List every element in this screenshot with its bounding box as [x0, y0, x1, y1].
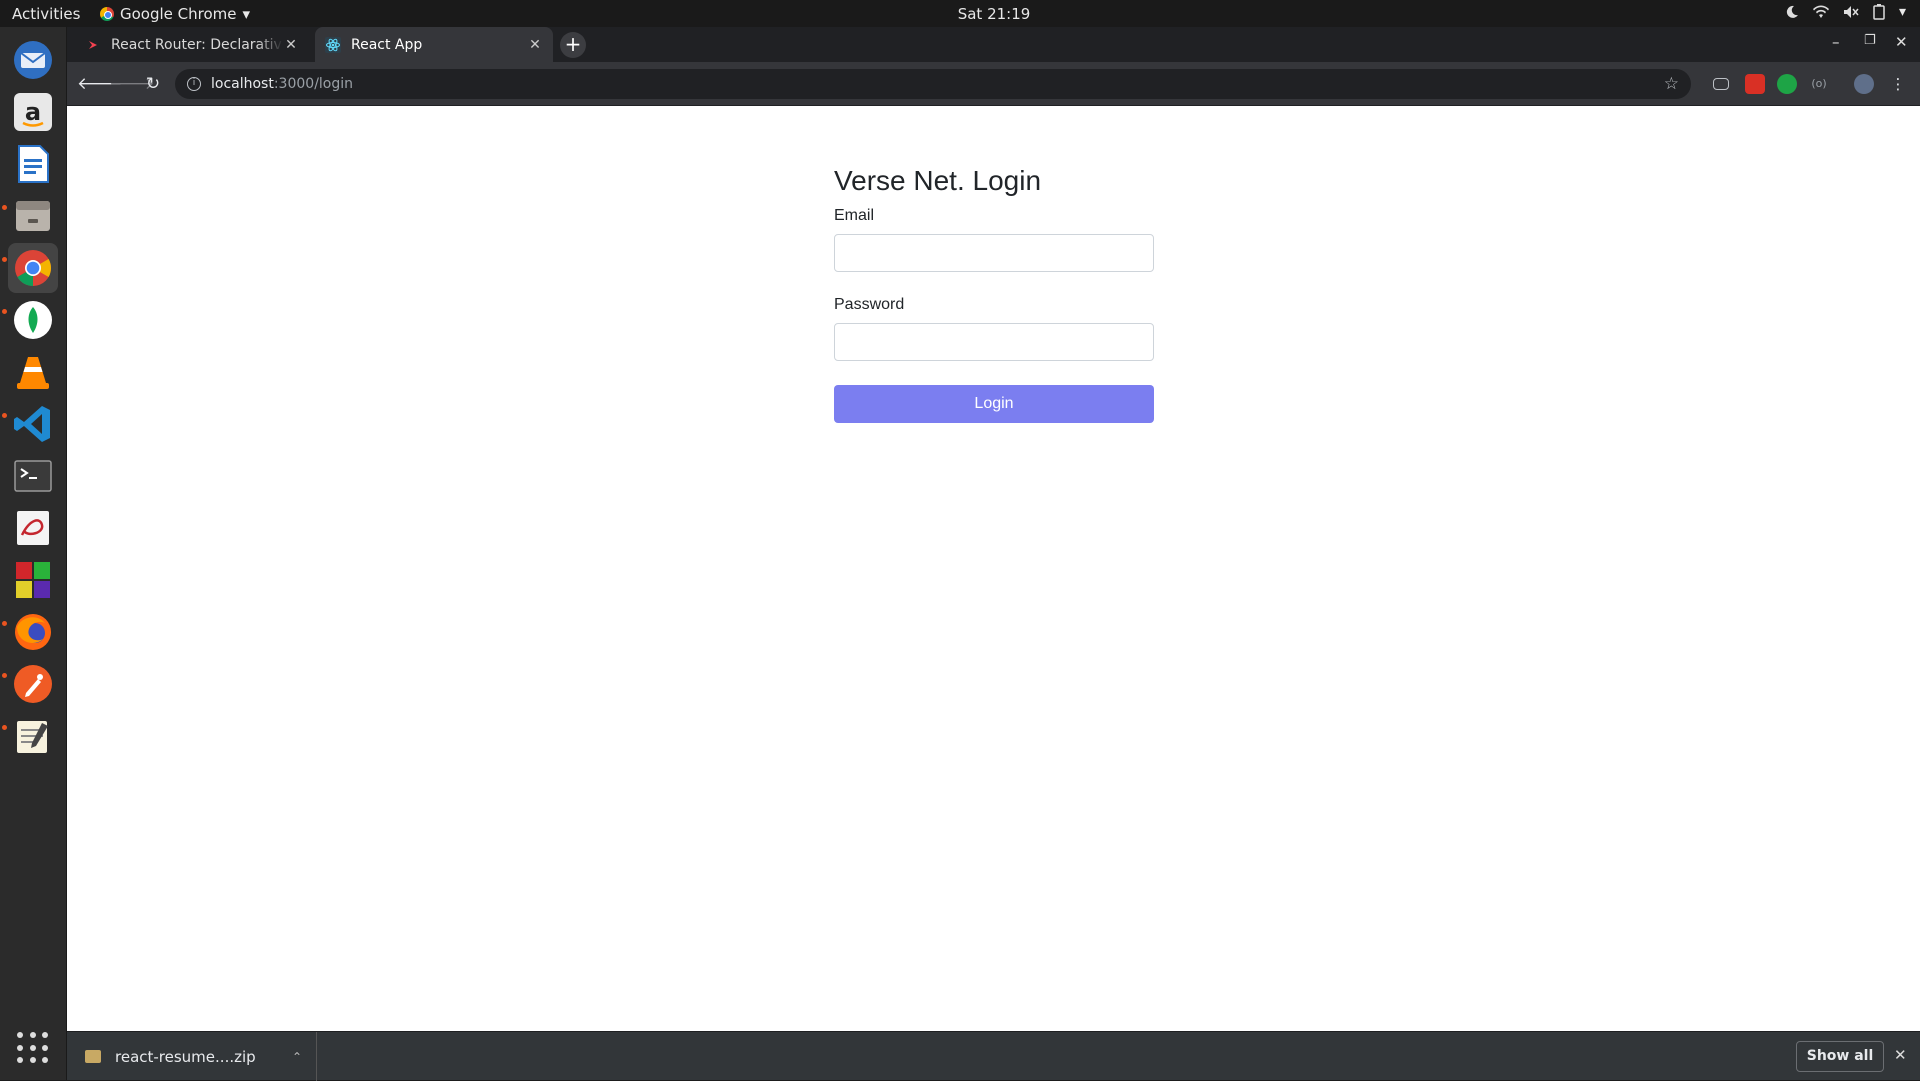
- close-icon[interactable]: ✕: [527, 37, 543, 53]
- postman-icon[interactable]: [8, 659, 58, 709]
- tab-title: React App: [351, 36, 423, 53]
- react-router-favicon: [85, 37, 101, 53]
- react-favicon: [325, 36, 341, 53]
- page-viewport: Verse Net. Login Email Password Login: [67, 107, 1920, 1041]
- page-title: Verse Net. Login: [834, 165, 1042, 196]
- mongodb-compass-icon[interactable]: [8, 295, 58, 345]
- running-indicator: [2, 309, 7, 314]
- volume-muted-icon: [1843, 6, 1859, 18]
- rubik-icon[interactable]: [8, 555, 58, 605]
- chrome-window: React Router: Declarative ✕ React App ✕ …: [67, 27, 1920, 1081]
- system-tray[interactable]: ▾: [1785, 4, 1906, 20]
- tab-react-app[interactable]: React App ✕: [315, 27, 553, 62]
- night-light-icon: [1786, 5, 1798, 18]
- running-indicator: [2, 725, 7, 730]
- minimize-icon[interactable]: –: [1832, 33, 1840, 51]
- chevron-down-icon: ▾: [1898, 4, 1906, 20]
- close-window-icon[interactable]: ✕: [1895, 33, 1908, 51]
- running-indicator: [2, 413, 7, 418]
- avatar[interactable]: [1854, 74, 1874, 94]
- close-icon[interactable]: ✕: [1894, 1046, 1907, 1064]
- running-indicator: [2, 257, 7, 262]
- login-button[interactable]: Login: [834, 385, 1154, 423]
- ubuntu-dock: a: [0, 27, 67, 1080]
- terminal-icon[interactable]: [8, 451, 58, 501]
- url-path: :3000/login: [273, 76, 354, 92]
- extension-icon[interactable]: [1745, 74, 1765, 94]
- close-icon[interactable]: ✕: [283, 37, 299, 53]
- extension-icon[interactable]: (o): [1809, 74, 1829, 94]
- amazon-icon[interactable]: a: [8, 87, 58, 137]
- clock[interactable]: Sat 21:19: [0, 5, 1920, 23]
- email-label: Email: [834, 207, 875, 224]
- tab-strip: React Router: Declarative ✕ React App ✕ …: [67, 27, 1920, 62]
- url-host: localhost: [211, 76, 274, 92]
- email-field[interactable]: [834, 234, 1154, 272]
- download-shelf: react-resume....zip ⌃ Show all ✕: [67, 1031, 1920, 1081]
- zip-file-icon: [85, 1050, 101, 1063]
- password-field[interactable]: [834, 323, 1154, 361]
- vscode-icon[interactable]: [8, 399, 58, 449]
- show-all-button[interactable]: Show all: [1796, 1041, 1884, 1072]
- show-applications-button[interactable]: [17, 1032, 49, 1064]
- firefox-icon[interactable]: [8, 607, 58, 657]
- thunderbird-icon[interactable]: [8, 35, 58, 85]
- text-editor-icon[interactable]: [8, 711, 58, 761]
- bookmark-star-icon[interactable]: ☆: [1664, 74, 1679, 94]
- chevron-up-icon[interactable]: ⌃: [292, 1050, 302, 1064]
- svg-text:a: a: [25, 98, 41, 126]
- battery-icon: [1873, 4, 1885, 20]
- password-label: Password: [834, 296, 905, 313]
- shield-icon[interactable]: [1777, 74, 1797, 94]
- download-filename: react-resume....zip: [115, 1047, 256, 1066]
- download-item[interactable]: react-resume....zip ⌃: [85, 1032, 317, 1081]
- browser-toolbar: 🡐 🡒 ↻ i localhost:3000/login ☆ (o) ⋮: [67, 62, 1920, 106]
- running-indicator: [2, 673, 7, 678]
- vlc-icon[interactable]: [8, 347, 58, 397]
- reload-icon[interactable]: ↻: [141, 72, 165, 96]
- back-icon[interactable]: 🡐: [77, 72, 123, 96]
- forward-icon[interactable]: 🡒: [109, 72, 155, 96]
- evince-icon[interactable]: [8, 503, 58, 553]
- files-icon[interactable]: [8, 191, 58, 241]
- tab-react-router[interactable]: React Router: Declarative ✕: [75, 27, 309, 62]
- cast-icon[interactable]: [1713, 78, 1729, 90]
- restore-icon[interactable]: ❐: [1864, 33, 1876, 48]
- login-form: Verse Net. Login Email Password Login: [834, 165, 1154, 423]
- more-menu-icon[interactable]: ⋮: [1886, 72, 1910, 96]
- running-indicator: [2, 205, 7, 210]
- tab-title: React Router: Declarative: [111, 36, 283, 53]
- libreoffice-writer-icon[interactable]: [8, 139, 58, 189]
- new-tab-button[interactable]: +: [560, 32, 586, 58]
- system-top-bar: Activities Google Chrome ▾ Sat 21:19 ▾: [0, 0, 1920, 27]
- chrome-icon[interactable]: [8, 243, 58, 293]
- wifi-icon: [1812, 5, 1829, 18]
- info-icon[interactable]: i: [187, 77, 201, 91]
- address-bar[interactable]: i localhost:3000/login ☆: [175, 69, 1691, 99]
- running-indicator: [2, 621, 7, 626]
